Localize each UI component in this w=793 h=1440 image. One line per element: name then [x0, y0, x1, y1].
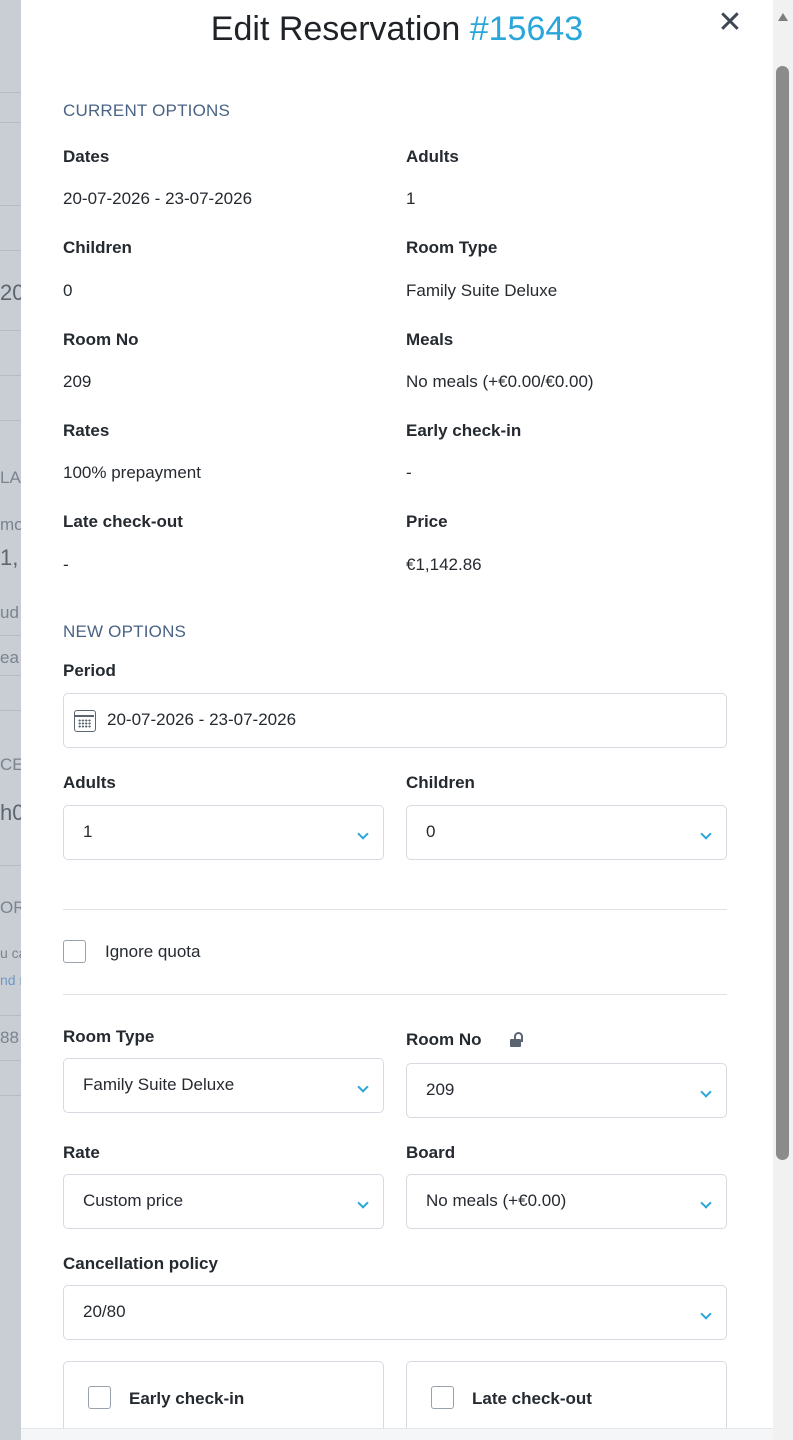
modal-title-text: Edit Reservation [210, 10, 461, 48]
current-children-label: Children [63, 238, 132, 257]
current-late-checkout-label: Late check-out [63, 512, 183, 531]
calendar-icon [74, 710, 96, 732]
current-price-value: €1,142.86 [406, 555, 482, 574]
current-options-heading: CURRENT OPTIONS [63, 101, 231, 120]
board-select-value: No meals (+€0.00) [426, 1191, 567, 1210]
current-dates-label: Dates [63, 147, 110, 166]
chevron-down-icon [700, 1197, 712, 1209]
room-type-label: Room Type [63, 1027, 155, 1046]
modal-title: Edit Reservation #15643 [21, 10, 773, 49]
rate-select[interactable]: Custom price [63, 1174, 384, 1229]
current-price-label: Price [406, 512, 448, 531]
room-type-select-value: Family Suite Deluxe [83, 1075, 235, 1094]
adults-select-value: 1 [83, 822, 93, 841]
adults-select[interactable]: 1 [63, 805, 384, 860]
background-text: ea [0, 648, 19, 667]
room-no-select[interactable]: 209 [406, 1063, 727, 1118]
period-date-range-input[interactable]: 20-07-2026 - 23-07-2026 [63, 693, 727, 748]
children-select[interactable]: 0 [406, 805, 727, 860]
chevron-down-icon [357, 1197, 369, 1209]
current-adults-value: 1 [406, 189, 416, 208]
background-text: ud [0, 603, 19, 622]
room-no-label: Room No [406, 1030, 482, 1049]
rate-label: Rate [63, 1143, 100, 1162]
current-dates-value: 20-07-2026 - 23-07-2026 [63, 189, 253, 208]
current-meals-label: Meals [406, 330, 454, 349]
late-checkout-checkbox[interactable] [431, 1386, 454, 1409]
scrollbar-thumb[interactable] [776, 66, 789, 1160]
current-rates-value: 100% prepayment [63, 463, 201, 482]
ignore-quota-checkbox[interactable] [63, 940, 86, 963]
cancellation-policy-label: Cancellation policy [63, 1254, 218, 1273]
current-room-no-label: Room No [63, 330, 139, 349]
early-checkin-label: Early check-in [129, 1389, 245, 1408]
close-icon[interactable]: ✕ [715, 8, 745, 38]
current-early-checkin-label: Early check-in [406, 421, 522, 440]
chevron-down-icon [700, 828, 712, 840]
period-value: 20-07-2026 - 23-07-2026 [107, 710, 297, 729]
children-label: Children [406, 773, 475, 792]
children-select-value: 0 [426, 822, 436, 841]
room-no-select-value: 209 [426, 1080, 455, 1099]
late-checkout-label: Late check-out [472, 1389, 592, 1408]
scrollbar[interactable] [773, 0, 793, 1440]
unlock-icon[interactable] [510, 1032, 526, 1048]
bottom-edge [21, 1428, 773, 1440]
cancellation-policy-select-value: 20/80 [83, 1302, 126, 1321]
edit-reservation-modal: Edit Reservation #15643 ✕ CURRENT OPTION… [21, 0, 793, 1440]
board-select[interactable]: No meals (+€0.00) [406, 1174, 727, 1229]
current-adults-label: Adults [406, 147, 459, 166]
current-children-value: 0 [63, 281, 73, 300]
current-rates-label: Rates [63, 421, 110, 440]
board-label: Board [406, 1143, 456, 1162]
current-late-checkout-value: - [63, 555, 69, 574]
divider [63, 994, 727, 995]
early-checkin-checkbox[interactable] [88, 1386, 111, 1409]
current-room-type-label: Room Type [406, 238, 498, 257]
background-text: LA [0, 468, 21, 487]
background-text: 88 [0, 1028, 19, 1047]
current-early-checkin-value: - [406, 463, 412, 482]
chevron-down-icon [357, 1081, 369, 1093]
rate-select-value: Custom price [83, 1191, 184, 1210]
chevron-down-icon [357, 828, 369, 840]
current-room-type-value: Family Suite Deluxe [406, 281, 558, 300]
reservation-number: #15643 [469, 10, 584, 48]
current-meals-value: No meals (+€0.00/€0.00) [406, 372, 594, 391]
cancellation-policy-select[interactable]: 20/80 [63, 1285, 727, 1340]
chevron-down-icon [700, 1086, 712, 1098]
divider [63, 909, 727, 910]
new-options-heading: NEW OPTIONS [63, 622, 187, 641]
scroll-up-arrow-icon[interactable] [778, 13, 788, 21]
adults-label: Adults [63, 773, 116, 792]
room-type-select[interactable]: Family Suite Deluxe [63, 1058, 384, 1113]
ignore-quota-label: Ignore quota [105, 942, 201, 961]
chevron-down-icon [700, 1308, 712, 1320]
period-label: Period [63, 661, 116, 680]
background-text: 1, [0, 545, 19, 570]
current-room-no-value: 209 [63, 372, 92, 391]
